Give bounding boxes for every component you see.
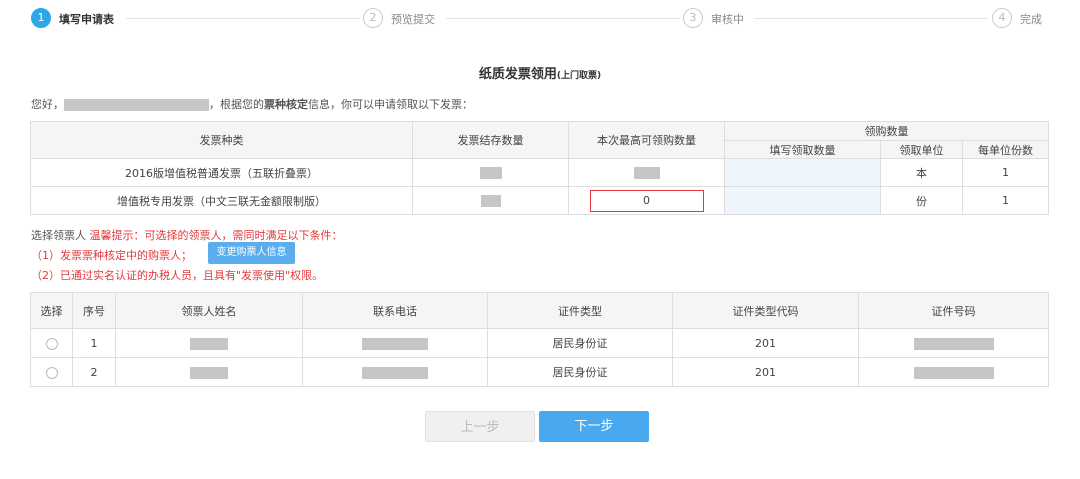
cell-phone (302, 328, 488, 358)
header-id-type: 证件类型 (487, 292, 673, 329)
table-row: 1 居民身份证 201 (30, 328, 1049, 358)
step-3-label: 审核中 (711, 13, 744, 26)
step-1-label: 填写申请表 (59, 13, 114, 26)
cell-type: 2016版增值税普通发票（五联折叠票） (30, 158, 413, 187)
table-row: 增值税专用发票（中文三联无金额限制版） 0 份 1 (30, 186, 1049, 215)
step-3-circle: 3 (683, 8, 703, 28)
step-divider (446, 18, 680, 19)
step-divider (754, 18, 988, 19)
select-radio[interactable] (45, 337, 58, 350)
greeting-bold: 票种核定 (264, 98, 308, 111)
recipient-label: 选择领票人 (31, 229, 86, 242)
invoice-table: 发票种类 发票结存数量 本次最高可领购数量 领购数量 填写领取数量 领取单位 每单位份数 … (30, 121, 1049, 215)
cell-id-code: 201 (672, 357, 859, 387)
table-row: 2 居民身份证 201 (30, 357, 1049, 387)
header-per: 每单位份数 (962, 140, 1049, 159)
step-divider (126, 18, 360, 19)
tip-text: 温馨提示：可选择的领票人，需同时满足以下条件： (89, 229, 343, 242)
page-title: 纸质发票领用(上门取票) (0, 63, 1080, 82)
max-quantity-input[interactable]: 0 (589, 189, 704, 212)
cell-per: 1 (962, 186, 1049, 215)
cell-name (115, 357, 303, 387)
cell-seq: 1 (72, 328, 116, 358)
title-sub: (上门取票) (556, 71, 602, 81)
condition-2: （2）已通过实名认证的办税人员，且具有"发票使用"权限。 (31, 269, 324, 282)
header-name: 领票人姓名 (115, 292, 303, 329)
select-cell (30, 357, 73, 387)
change-buyer-button[interactable]: 变更购票人信息 (208, 242, 295, 264)
greeting-suffix: 信息，你可以申请领取以下发票： (308, 98, 473, 111)
cell-unit: 本 (880, 158, 963, 187)
condition-1: （1）发票票种核定中的购票人； (31, 249, 192, 262)
redacted-value (913, 366, 994, 379)
title-text: 纸质发票领用 (478, 67, 557, 82)
select-cell (30, 328, 73, 358)
header-select: 选择 (30, 292, 73, 329)
redacted-value (480, 195, 501, 207)
header-fill: 填写领取数量 (724, 140, 881, 159)
step-4-circle: 4 (992, 8, 1012, 28)
header-phone: 联系电话 (302, 292, 488, 329)
redacted-value (362, 366, 428, 379)
cell-id-code: 201 (672, 328, 859, 358)
step-1-circle: 1 (31, 8, 51, 28)
greeting: 您好， ，根据您的票种核定信息，你可以申请领取以下发票： (31, 96, 473, 112)
header-id-code: 证件类型代码 (672, 292, 859, 329)
header-seq: 序号 (72, 292, 116, 329)
cell-max: 0 (568, 186, 725, 215)
cell-phone (302, 357, 488, 387)
header-max: 本次最高可领购数量 (568, 121, 725, 159)
redacted-value (633, 167, 660, 179)
next-button[interactable]: 下一步 (539, 411, 649, 442)
redacted-value (913, 337, 994, 350)
redacted-value (190, 337, 228, 350)
header-unit: 领取单位 (880, 140, 963, 159)
redacted-name (64, 99, 209, 111)
cell-id-number (858, 328, 1049, 358)
cell-seq: 2 (72, 357, 116, 387)
cell-type: 增值税专用发票（中文三联无金额限制版） (30, 186, 413, 215)
recipient-table: 选择 序号 领票人姓名 联系电话 证件类型 证件类型代码 证件号码 1 居民身份证 201 … (30, 292, 1049, 387)
step-2-label: 预览提交 (391, 13, 435, 26)
greeting-prefix: 您好， (31, 98, 64, 111)
select-radio[interactable] (45, 366, 58, 379)
table-row: 2016版增值税普通发票（五联折叠票） 本 1 (30, 158, 1049, 187)
cell-stock (412, 186, 569, 215)
quantity-input[interactable] (724, 186, 881, 215)
redacted-value (190, 366, 228, 379)
cell-name (115, 328, 303, 358)
cell-max (568, 158, 725, 187)
redacted-value (479, 167, 502, 179)
cell-id-number (858, 357, 1049, 387)
redacted-value (362, 337, 428, 350)
greeting-middle: ，根据您的 (209, 98, 264, 111)
step-2-circle: 2 (363, 8, 383, 28)
quantity-input[interactable] (724, 158, 881, 187)
header-type: 发票种类 (30, 121, 413, 159)
cell-per: 1 (962, 158, 1049, 187)
header-id-number: 证件号码 (858, 292, 1049, 329)
cell-id-type: 居民身份证 (487, 328, 673, 358)
header-group: 领购数量 (724, 121, 1049, 141)
step-4-label: 完成 (1020, 13, 1042, 26)
cell-id-type: 居民身份证 (487, 357, 673, 387)
cell-stock (412, 158, 569, 187)
prev-button[interactable]: 上一步 (425, 411, 535, 442)
header-stock: 发票结存数量 (412, 121, 569, 159)
cell-unit: 份 (880, 186, 963, 215)
recipient-tip: 选择领票人 温馨提示：可选择的领票人，需同时满足以下条件： (31, 227, 343, 243)
